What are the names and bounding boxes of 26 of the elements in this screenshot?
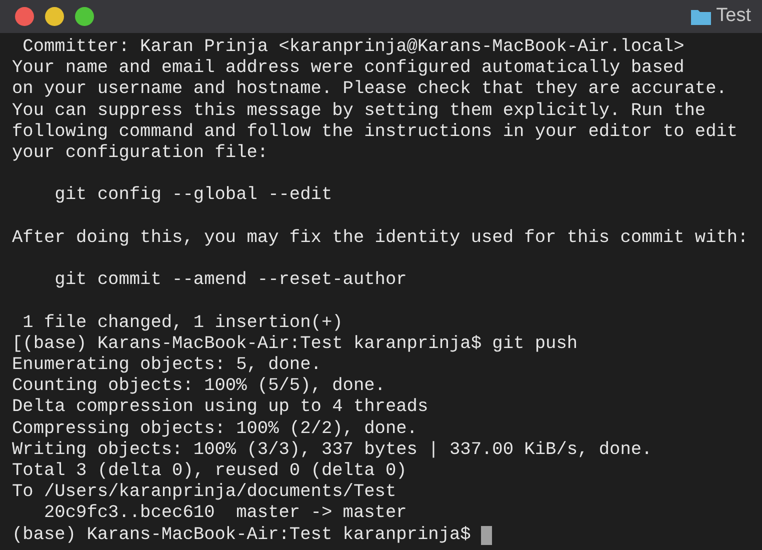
zoom-button[interactable] xyxy=(75,7,94,26)
terminal-line: Your name and email address were configured automatically based xyxy=(12,58,684,80)
terminal-line: Delta compression using up to 4 threads xyxy=(12,397,428,419)
terminal-line: 20c9fc3..bcec610 master -> master xyxy=(43,503,407,525)
folder-icon xyxy=(690,8,712,26)
terminal-line: on your username and hostname. Please check that they are accurate. xyxy=(12,79,727,101)
terminal-line: git commit --amend --reset-author xyxy=(54,270,407,292)
terminal-line: To /Users/karanprinja/documents/Test xyxy=(12,482,396,504)
terminal-line: following command and follow the instructions in your editor to edit xyxy=(12,122,738,144)
terminal-line: Compressing objects: 100% (2/2), done. xyxy=(12,418,418,440)
close-button[interactable] xyxy=(15,7,34,26)
terminal-line: your configuration file: xyxy=(12,143,268,164)
terminal-line: (base) Karans-MacBook-Air:Test karanprinja$ xyxy=(12,524,471,546)
terminal-line: [(base) Karans-MacBook-Air:Test karanprinja$ git push xyxy=(12,334,578,355)
terminal-line: You can suppress this message by setting them explicitly. Run the xyxy=(12,100,706,122)
terminal-line: Writing objects: 100% (3/3), 337 bytes | 337.00 KiB/s, done. xyxy=(12,440,652,461)
terminal-line: Enumerating objects: 5, done. xyxy=(12,354,322,376)
terminal-line: 1 file changed, 1 insertion(+) xyxy=(22,312,343,334)
terminal-line: Total 3 (delta 0), reused 0 (delta 0) xyxy=(12,461,407,482)
terminal-line: Counting objects: 100% (5/5), done. xyxy=(12,376,386,398)
terminal-line: git config --global --edit xyxy=(54,185,332,207)
terminal-line: After doing this, you may fix the identity used for this commit with: xyxy=(12,228,748,249)
terminal-cursor xyxy=(480,526,492,545)
window-title: Test xyxy=(716,4,751,28)
minimize-button[interactable] xyxy=(45,7,64,26)
terminal-line: Committer: Karan Prinja <karanprinja@Karans-MacBook-Air.local> xyxy=(22,37,684,58)
